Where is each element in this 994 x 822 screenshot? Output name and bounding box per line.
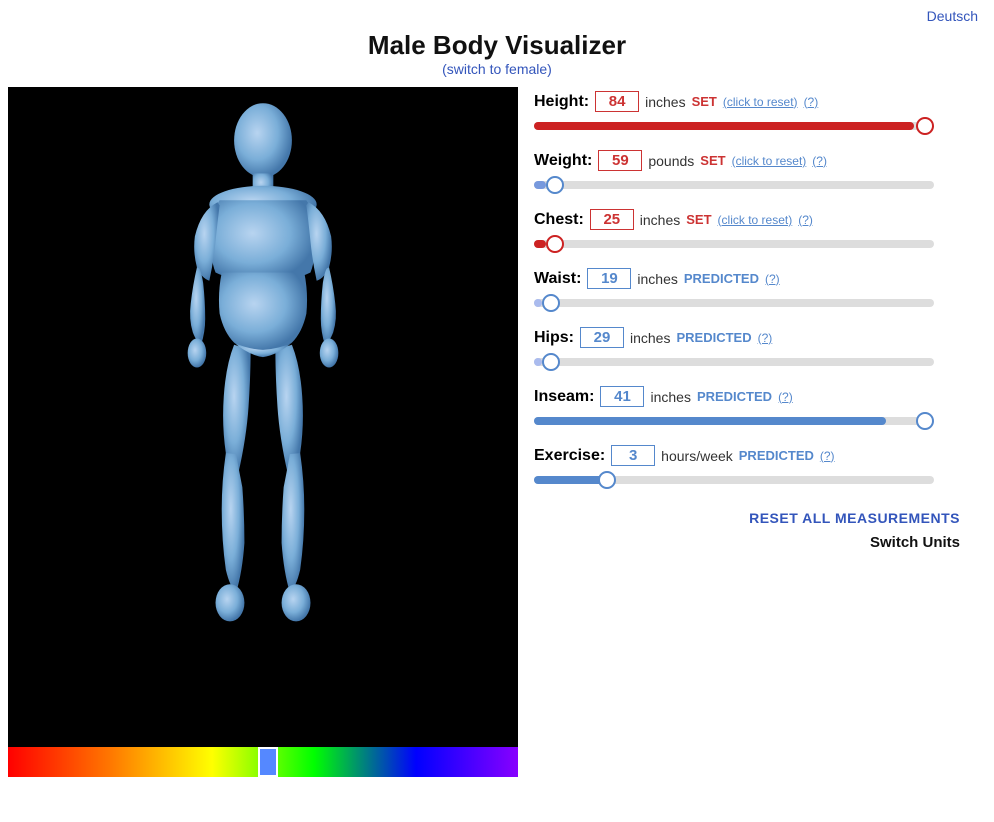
chest-status: SET xyxy=(686,212,711,227)
height-value[interactable]: 84 xyxy=(595,91,639,112)
exercise-unit: hours/week xyxy=(661,448,733,464)
inseam-slider-thumb[interactable] xyxy=(916,412,934,430)
hips-help-link[interactable]: (?) xyxy=(758,331,773,345)
inseam-slider-track xyxy=(534,417,934,425)
waist-label: Waist: xyxy=(534,270,581,288)
waist-slider[interactable] xyxy=(534,293,934,313)
inseam-label: Inseam: xyxy=(534,388,594,406)
height-unit: inches xyxy=(645,94,685,110)
measurement-label-row-inseam: Inseam: 41 inches PREDICTED (?) xyxy=(534,386,970,407)
height-reset-link[interactable]: (click to reset) xyxy=(723,95,798,109)
inseam-unit: inches xyxy=(650,389,690,405)
height-label: Height: xyxy=(534,93,589,111)
height-slider-track xyxy=(534,122,934,130)
reset-all-button[interactable]: RESET ALL MEASUREMENTS xyxy=(534,510,960,526)
weight-slider-thumb[interactable] xyxy=(546,176,564,194)
measurement-label-row-exercise: Exercise: 3 hours/week PREDICTED (?) xyxy=(534,445,970,466)
chest-slider-thumb[interactable] xyxy=(546,235,564,253)
chest-value[interactable]: 25 xyxy=(590,209,634,230)
exercise-slider[interactable] xyxy=(534,470,934,490)
exercise-value[interactable]: 3 xyxy=(611,445,655,466)
height-slider[interactable] xyxy=(534,116,934,136)
waist-value[interactable]: 19 xyxy=(587,268,631,289)
measurement-row-hips: Hips: 29 inches PREDICTED (?) xyxy=(534,327,970,372)
waist-slider-thumb[interactable] xyxy=(542,294,560,312)
page-title: Male Body Visualizer xyxy=(0,30,994,61)
weight-slider-track xyxy=(534,181,934,189)
inseam-value[interactable]: 41 xyxy=(600,386,644,407)
weight-slider-fill xyxy=(534,181,546,189)
chest-reset-link[interactable]: (click to reset) xyxy=(718,213,793,227)
measurement-row-waist: Waist: 19 inches PREDICTED (?) xyxy=(534,268,970,313)
language-selector[interactable]: Deutsch xyxy=(0,0,994,26)
inseam-status: PREDICTED xyxy=(697,389,772,404)
hips-value[interactable]: 29 xyxy=(580,327,624,348)
waist-unit: inches xyxy=(637,271,677,287)
bottom-buttons: RESET ALL MEASUREMENTS Switch Units xyxy=(534,510,970,551)
hips-status: PREDICTED xyxy=(676,330,751,345)
chest-label: Chest: xyxy=(534,211,584,229)
measurements-container: Height:84inchesSET(click to reset)(?)Wei… xyxy=(534,91,970,490)
height-slider-fill xyxy=(534,122,914,130)
page-title-area: Male Body Visualizer (switch to female) xyxy=(0,30,994,79)
weight-unit: pounds xyxy=(648,153,694,169)
weight-reset-link[interactable]: (click to reset) xyxy=(732,154,807,168)
waist-help-link[interactable]: (?) xyxy=(765,272,780,286)
waist-slider-track xyxy=(534,299,934,307)
gradient-thumb[interactable] xyxy=(258,747,278,777)
height-help-link[interactable]: (?) xyxy=(804,95,819,109)
switch-gender-link[interactable]: (switch to female) xyxy=(442,61,552,77)
weight-label: Weight: xyxy=(534,152,592,170)
weight-slider[interactable] xyxy=(534,175,934,195)
switch-units-button[interactable]: Switch Units xyxy=(534,534,960,551)
exercise-slider-fill xyxy=(534,476,606,484)
main-area: Height:84inchesSET(click to reset)(?)Wei… xyxy=(0,87,994,777)
hips-unit: inches xyxy=(630,330,670,346)
exercise-slider-thumb[interactable] xyxy=(598,471,616,489)
chest-slider-fill xyxy=(534,240,546,248)
body-viewer xyxy=(8,87,518,777)
measurement-row-exercise: Exercise: 3 hours/week PREDICTED (?) xyxy=(534,445,970,490)
measurement-label-row-weight: Weight: 59 pounds SET (click to reset) (?) xyxy=(534,150,970,171)
measurement-row-weight: Weight: 59 pounds SET (click to reset) (?) xyxy=(534,150,970,195)
inseam-slider[interactable] xyxy=(534,411,934,431)
hips-slider-track xyxy=(534,358,934,366)
language-link[interactable]: Deutsch xyxy=(927,8,978,24)
weight-value[interactable]: 59 xyxy=(598,150,642,171)
exercise-slider-track xyxy=(534,476,934,484)
measurement-row-chest: Chest: 25 inches SET (click to reset) (?) xyxy=(534,209,970,254)
chest-slider-track xyxy=(534,240,934,248)
inseam-help-link[interactable]: (?) xyxy=(778,390,793,404)
measurement-label-row-hips: Hips: 29 inches PREDICTED (?) xyxy=(534,327,970,348)
measurement-label-row-chest: Chest: 25 inches SET (click to reset) (?) xyxy=(534,209,970,230)
weight-status: SET xyxy=(700,153,725,168)
chest-help-link[interactable]: (?) xyxy=(798,213,813,227)
exercise-help-link[interactable]: (?) xyxy=(820,449,835,463)
measurement-label-row-waist: Waist: 19 inches PREDICTED (?) xyxy=(534,268,970,289)
body-3d-canvas xyxy=(8,87,518,747)
body-figure-svg xyxy=(113,97,413,737)
chest-unit: inches xyxy=(640,212,680,228)
hips-slider[interactable] xyxy=(534,352,934,372)
hips-slider-fill xyxy=(534,358,542,366)
measurement-row-height: Height: 84 inches SET (click to reset) (?) xyxy=(534,91,970,136)
color-gradient-bar[interactable] xyxy=(8,747,518,777)
chest-slider[interactable] xyxy=(534,234,934,254)
exercise-label: Exercise: xyxy=(534,447,605,465)
waist-slider-fill xyxy=(534,299,542,307)
height-slider-thumb[interactable] xyxy=(916,117,934,135)
measurement-row-inseam: Inseam: 41 inches PREDICTED (?) xyxy=(534,386,970,431)
measurement-label-row-height: Height: 84 inches SET (click to reset) (?) xyxy=(534,91,970,112)
hips-label: Hips: xyxy=(534,329,574,347)
exercise-status: PREDICTED xyxy=(739,448,814,463)
hips-slider-thumb[interactable] xyxy=(542,353,560,371)
height-status: SET xyxy=(692,94,717,109)
waist-status: PREDICTED xyxy=(684,271,759,286)
controls-panel: Height:84inchesSET(click to reset)(?)Wei… xyxy=(518,87,986,777)
weight-help-link[interactable]: (?) xyxy=(812,154,827,168)
inseam-slider-fill xyxy=(534,417,886,425)
